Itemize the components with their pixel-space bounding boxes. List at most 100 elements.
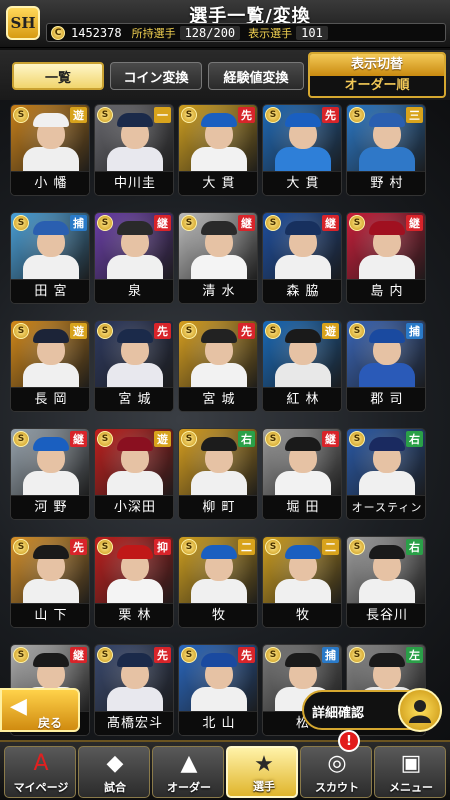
coin-icon: S <box>97 647 113 663</box>
nav-scout[interactable]: ◎ スカウト <box>300 746 372 798</box>
display-switch-button[interactable]: 表示切替 オーダー順 <box>308 52 446 98</box>
player-name: 小 幡 <box>11 171 89 195</box>
player-name: 堀 田 <box>263 495 341 519</box>
player-card[interactable]: S 先山 下 <box>10 536 90 628</box>
bottom-nav: A マイページ ◆ 試合 ▲ オーダー ★ 選手 ◎ スカウト ▣ メニュー <box>0 740 450 800</box>
player-card[interactable]: S 遊小 幡 <box>10 104 90 196</box>
player-card[interactable]: S 先宮 城 <box>94 320 174 412</box>
coin-icon: S <box>265 647 281 663</box>
shown-players-label: 表示選手 <box>248 26 293 40</box>
coin-icon: S <box>13 431 29 447</box>
position-badge: 左 <box>406 647 423 663</box>
back-button[interactable]: ◀ 戻る <box>0 688 80 732</box>
coin-icon: S <box>181 107 197 123</box>
player-name: 泉 <box>95 279 173 303</box>
player-name: オースティン <box>347 495 425 519</box>
nav-menu[interactable]: ▣ メニュー <box>374 746 446 798</box>
player-card[interactable]: S 右長谷川 <box>346 536 426 628</box>
position-badge: 継 <box>154 215 171 231</box>
coin-icon: S <box>349 431 365 447</box>
back-label: 戻る <box>38 716 63 730</box>
player-card[interactable]: S 継清 水 <box>178 212 258 304</box>
player-name: 野 村 <box>347 171 425 195</box>
player-name: 島 内 <box>347 279 425 303</box>
player-card[interactable]: S 先大 貫 <box>262 104 342 196</box>
player-card[interactable]: S 継森 脇 <box>262 212 342 304</box>
player-card[interactable]: S 右柳 町 <box>178 428 258 520</box>
player-card[interactable]: S 遊小深田 <box>94 428 174 520</box>
player-card[interactable]: S 一中川圭 <box>94 104 174 196</box>
player-card[interactable]: S 継島 内 <box>346 212 426 304</box>
coin-icon: S <box>265 431 281 447</box>
coin-icon: S <box>265 215 281 231</box>
player-card[interactable]: S 遊紅 林 <box>262 320 342 412</box>
coin-icon: S <box>181 539 197 555</box>
nav-order[interactable]: ▲ オーダー <box>152 746 224 798</box>
stadium-icon: ◆ <box>106 751 124 776</box>
player-name: 柳 町 <box>179 495 257 519</box>
position-badge: 遊 <box>70 107 87 123</box>
player-card[interactable]: S 継堀 田 <box>262 428 342 520</box>
player-name: 牧 <box>179 603 257 627</box>
player-card[interactable]: S 先髙橋宏斗 <box>94 644 174 736</box>
player-card[interactable]: S 遊長 岡 <box>10 320 90 412</box>
position-badge: 三 <box>406 107 423 123</box>
coin-icon: S <box>265 323 281 339</box>
nav-players[interactable]: ★ 選手 <box>226 746 298 798</box>
coin-icon: S <box>13 539 29 555</box>
coin-icon: S <box>349 215 365 231</box>
coin-icon: S <box>97 215 113 231</box>
nav-mypage[interactable]: A マイページ <box>4 746 76 798</box>
detail-label: 詳細確認 <box>312 706 365 721</box>
player-card[interactable]: S 捕郡 司 <box>346 320 426 412</box>
player-name: 大 貫 <box>263 171 341 195</box>
coin-icon: S <box>181 215 197 231</box>
player-name: 長谷川 <box>347 603 425 627</box>
position-badge: 先 <box>322 107 339 123</box>
player-card[interactable]: S 抑栗 林 <box>94 536 174 628</box>
player-name: 宮 城 <box>179 387 257 411</box>
player-name: 宮 城 <box>95 387 173 411</box>
position-badge: 捕 <box>322 647 339 663</box>
player-card[interactable]: S 先北 山 <box>178 644 258 736</box>
player-name: 清 水 <box>179 279 257 303</box>
display-switch-label: 表示切替 <box>310 54 444 76</box>
position-badge: 捕 <box>406 323 423 339</box>
player-silhouette-icon <box>398 688 442 732</box>
scout-icon: ◎ <box>327 751 347 776</box>
coin-icon: S <box>265 539 281 555</box>
nav-match[interactable]: ◆ 試合 <box>78 746 150 798</box>
coin-icon: S <box>13 107 29 123</box>
player-name: 北 山 <box>179 711 257 735</box>
player-card[interactable]: S 二牧 <box>178 536 258 628</box>
player-card[interactable]: S 継河 野 <box>10 428 90 520</box>
position-badge: 先 <box>70 539 87 555</box>
coin-icon: S <box>13 215 29 231</box>
back-arrow-icon: ◀ <box>10 694 27 719</box>
tab-list[interactable]: 一覧 <box>12 62 104 90</box>
coin-icon: S <box>97 107 113 123</box>
coin-icon: S <box>349 539 365 555</box>
coin-icon: S <box>97 323 113 339</box>
position-badge: 継 <box>322 215 339 231</box>
player-card[interactable]: S 先宮 城 <box>178 320 258 412</box>
nav-label: マイページ <box>13 781 69 794</box>
coin-icon: S <box>349 323 365 339</box>
player-card[interactable]: S 三野 村 <box>346 104 426 196</box>
detail-button[interactable]: 詳細確認 <box>302 688 442 732</box>
tab-coin-convert[interactable]: コイン変換 <box>110 62 202 90</box>
nav-label: オーダー <box>167 781 211 794</box>
player-card[interactable]: S 捕田 宮 <box>10 212 90 304</box>
player-card[interactable]: S 先大 貫 <box>178 104 258 196</box>
coin-icon: S <box>265 107 281 123</box>
coin-icon: S <box>349 107 365 123</box>
player-card[interactable]: S 二牧 <box>262 536 342 628</box>
player-name: 紅 林 <box>263 387 341 411</box>
player-card[interactable]: S 継泉 <box>94 212 174 304</box>
owned-players-value: 128/200 <box>179 25 241 40</box>
player-name: 長 岡 <box>11 387 89 411</box>
position-badge: 継 <box>238 215 255 231</box>
tab-exp-convert[interactable]: 経験値変換 <box>208 62 304 90</box>
player-card[interactable]: S 右オースティン <box>346 428 426 520</box>
position-badge: 抑 <box>154 539 171 555</box>
